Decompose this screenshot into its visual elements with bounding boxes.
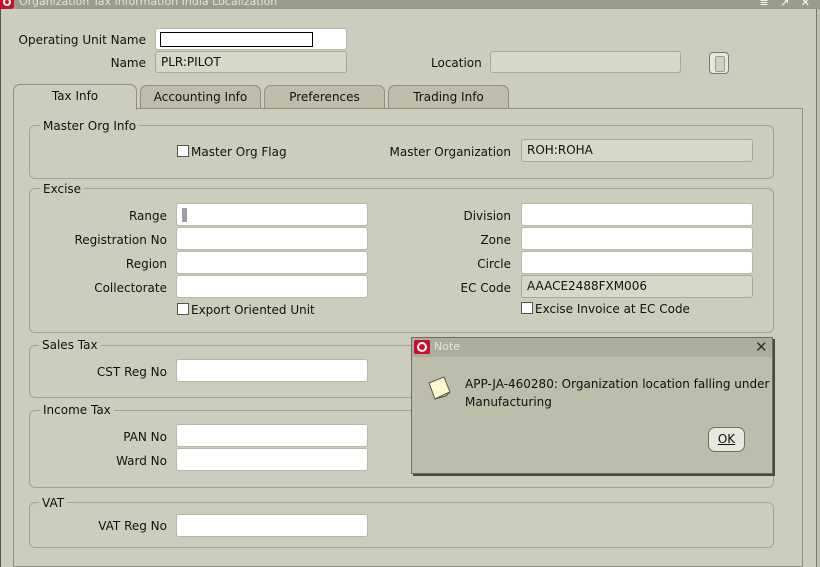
note-dialog: Note ✕ APP-JA-460280: Organization locat… — [411, 337, 773, 474]
master-organization-field[interactable]: ROH:ROHA — [521, 139, 753, 162]
excise-invoice-label: Excise Invoice at EC Code — [535, 302, 690, 316]
tab-trading-info[interactable]: Trading Info — [388, 85, 509, 109]
sales-tax-title: Sales Tax — [39, 338, 101, 352]
ok-button-label: OK — [717, 432, 736, 446]
operating-unit-label: Operating Unit Name — [18, 33, 146, 47]
division-label: Division — [463, 209, 511, 223]
excise-invoice-checkbox[interactable] — [521, 302, 533, 314]
location-field[interactable] — [490, 51, 681, 73]
master-org-flag-checkbox[interactable] — [177, 145, 189, 157]
operating-unit-focus-box — [160, 32, 313, 47]
collectorate-field[interactable] — [176, 275, 368, 298]
pan-no-field[interactable] — [176, 424, 368, 447]
ward-no-field[interactable] — [176, 448, 368, 471]
master-org-title: Master Org Info — [40, 119, 140, 133]
close-icon[interactable]: ✕ — [755, 338, 768, 356]
circle-field[interactable] — [521, 251, 753, 274]
name-field[interactable]: PLR:PILOT — [155, 51, 347, 73]
zone-field[interactable] — [521, 227, 753, 250]
location-label: Location — [431, 56, 482, 70]
income-tax-title: Income Tax — [40, 403, 114, 417]
region-label: Region — [125, 257, 167, 271]
cst-reg-no-field[interactable] — [176, 359, 368, 382]
excise-title: Excise — [40, 182, 85, 196]
master-org-flag-label: Master Org Flag — [191, 145, 287, 159]
export-oriented-unit-checkbox[interactable] — [177, 303, 189, 315]
circle-label: Circle — [477, 257, 511, 271]
pan-no-label: PAN No — [123, 430, 167, 444]
zone-label: Zone — [480, 233, 511, 247]
window-right-edge — [816, 9, 820, 567]
tab-tax-info[interactable]: Tax Info — [13, 84, 137, 110]
vat-title: VAT — [39, 496, 68, 510]
tab-accounting-info[interactable]: Accounting Info — [140, 85, 261, 109]
ec-code-label: EC Code — [460, 281, 512, 295]
operating-unit-field[interactable] — [155, 28, 347, 50]
window-controls[interactable]: ≡ ↗ ✕ — [759, 0, 814, 9]
vat-reg-no-field[interactable] — [176, 514, 368, 537]
registration-no-field[interactable] — [176, 227, 368, 250]
range-field[interactable] — [176, 203, 368, 226]
tab-preferences[interactable]: Preferences — [264, 85, 385, 109]
note-dialog-titlebar — [412, 338, 772, 357]
note-message: APP-JA-460280: Organization location fal… — [465, 377, 770, 409]
collectorate-label: Collectorate — [94, 281, 167, 295]
location-lov-button[interactable] — [709, 52, 729, 74]
vat-reg-no-label: VAT Reg No — [98, 519, 167, 533]
ec-code-field[interactable]: AAACE2488FXM006 — [521, 275, 753, 298]
cst-reg-no-label: CST Reg No — [96, 365, 167, 379]
text-cursor — [182, 207, 187, 222]
export-oriented-unit-label: Export Oriented Unit — [191, 303, 315, 317]
registration-no-label: Registration No — [74, 233, 168, 247]
ok-button[interactable]: OK — [708, 427, 745, 452]
range-label: Range — [128, 209, 167, 223]
window-title: Organization Tax Information India Local… — [19, 0, 278, 8]
division-field[interactable] — [521, 203, 753, 226]
region-field[interactable] — [176, 251, 368, 274]
oracle-logo-icon — [0, 0, 14, 9]
note-dialog-title: Note — [434, 340, 461, 353]
ward-no-label: Ward No — [116, 454, 167, 468]
note-icon — [428, 376, 451, 400]
oracle-dialog-icon — [414, 340, 430, 354]
master-organization-label: Master Organization — [389, 145, 511, 159]
name-label: Name — [110, 56, 146, 70]
